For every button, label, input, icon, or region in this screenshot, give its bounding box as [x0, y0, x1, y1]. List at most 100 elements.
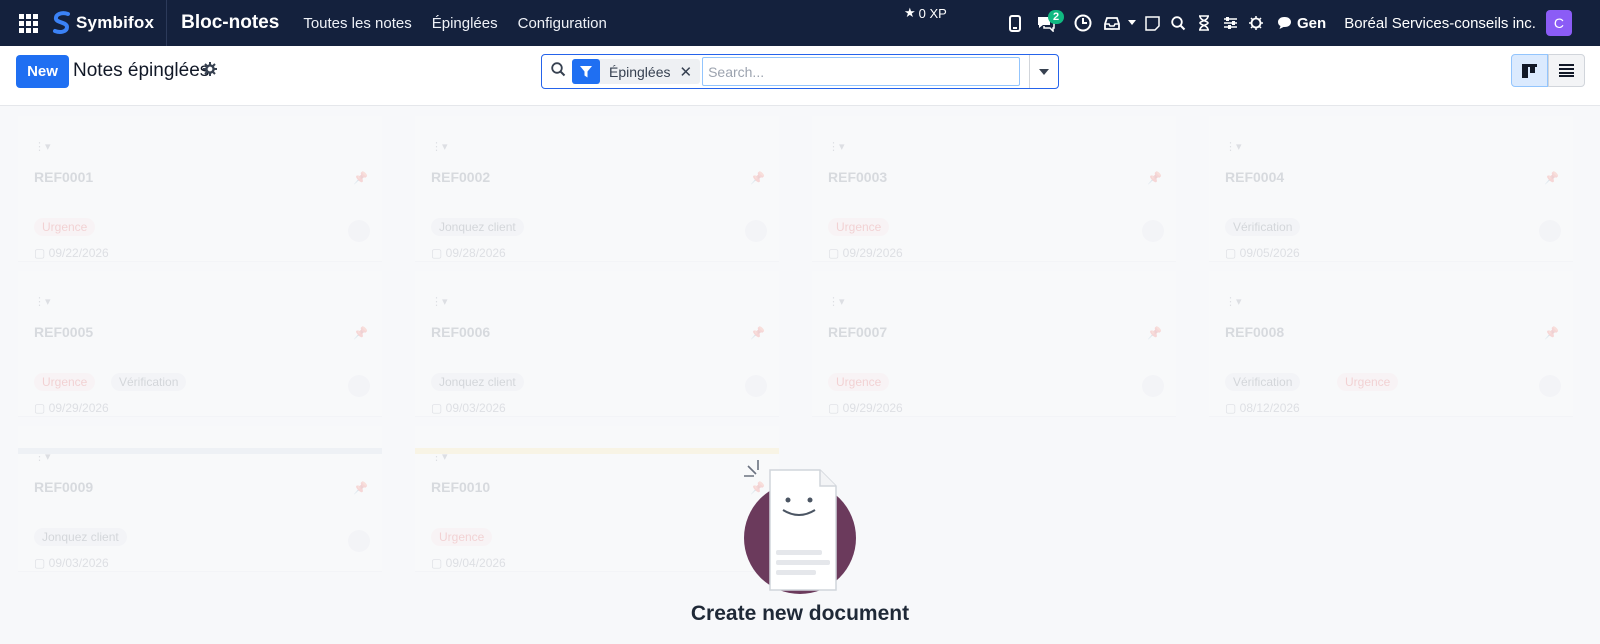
- chevron-down-icon[interactable]: [1029, 55, 1058, 88]
- pin-icon: 📌: [353, 481, 368, 495]
- top-navbar: Symbifox Bloc-notes Toutes les notes Épi…: [0, 0, 1600, 46]
- facet-label: Épinglées: [609, 63, 671, 80]
- sample-card-date: 09/29/2026: [34, 401, 109, 415]
- sample-card-ref: REF0003: [828, 169, 888, 185]
- pin-icon: 📌: [353, 326, 368, 340]
- sample-card-date: 09/03/2026: [431, 401, 506, 415]
- sample-card-tag: Jonquez client: [431, 373, 524, 391]
- sample-card-date: 09/04/2026: [431, 556, 506, 570]
- sample-card-ref: REF0008: [1225, 324, 1285, 340]
- sample-card-date: 09/22/2026: [34, 246, 109, 260]
- phone-icon[interactable]: [1003, 11, 1027, 35]
- avatar: [348, 530, 370, 552]
- avatar: [745, 375, 767, 397]
- sample-card-date: 09/28/2026: [431, 246, 506, 260]
- drag-handle-icon: ⋮▾: [828, 141, 845, 153]
- menu-item-configuration[interactable]: Configuration: [518, 15, 607, 32]
- kanban-icon: [1522, 63, 1537, 78]
- avatar: [1539, 220, 1561, 242]
- drag-handle-icon: ⋮▾: [34, 296, 51, 308]
- pin-icon: 📌: [353, 171, 368, 185]
- brand-logo-icon: [53, 11, 70, 34]
- sample-card-date: 09/29/2026: [828, 401, 903, 415]
- sample-card: ⋮▾ REF0002 📌 Jonquez client 09/28/2026: [415, 116, 779, 262]
- sample-card: ⋮▾ REF0007 📌 Urgence 09/29/2026: [812, 271, 1176, 417]
- pin-icon: 📌: [1147, 171, 1162, 185]
- avatar: [1539, 375, 1561, 397]
- kanban-view-button[interactable]: [1511, 54, 1548, 87]
- drag-handle-icon: ⋮▾: [828, 296, 845, 308]
- document-illustration: [744, 460, 856, 594]
- clock-icon[interactable]: [1071, 11, 1095, 35]
- color-stripe: [415, 448, 779, 454]
- app-name[interactable]: Bloc-notes: [181, 12, 279, 34]
- avatar: [348, 375, 370, 397]
- search-icon[interactable]: [551, 61, 566, 82]
- avatar[interactable]: C: [1545, 10, 1572, 36]
- caret-down-icon[interactable]: [1126, 11, 1138, 35]
- sample-card-ref: REF0004: [1225, 169, 1285, 185]
- sample-card-tag: Urgence: [34, 218, 96, 236]
- pin-icon: 📌: [1544, 171, 1559, 185]
- sample-card-tag: Urgence: [34, 373, 96, 391]
- menu-item-pinned[interactable]: Épinglées: [432, 15, 498, 32]
- systray: 2 Gen Boréal Services-conseils inc. C: [1002, 0, 1572, 46]
- filter-icon: [572, 59, 600, 84]
- menu-item-all-notes[interactable]: Toutes les notes: [303, 15, 411, 32]
- search-input[interactable]: [702, 57, 1021, 86]
- chat-icon[interactable]: 2: [1034, 10, 1065, 35]
- close-icon[interactable]: ✕: [680, 63, 701, 81]
- list-icon: [1559, 64, 1574, 77]
- avatar: [1142, 220, 1164, 242]
- sample-card-ref: REF0007: [828, 324, 888, 340]
- sample-card: ⋮▾ REF0003 📌 Urgence 09/29/2026: [812, 116, 1176, 262]
- search-bar: Épinglées ✕: [541, 54, 1059, 89]
- sliders-icon[interactable]: [1218, 11, 1242, 35]
- sample-card: ⋮▾ REF0006 📌 Jonquez client 09/03/2026: [415, 271, 779, 417]
- bug-icon[interactable]: [1244, 11, 1268, 35]
- sample-card-tag: Vérification: [111, 373, 187, 391]
- note-icon[interactable]: [1140, 11, 1164, 35]
- sample-card: ⋮▾ REF0004 📌 Vérification 09/05/2026: [1209, 116, 1573, 262]
- company-switcher[interactable]: Boréal Services-conseils inc.: [1344, 15, 1536, 32]
- user-menu[interactable]: Gen: [1277, 15, 1326, 32]
- user-label: Gen: [1297, 14, 1327, 32]
- apps-grid-icon[interactable]: [16, 11, 40, 35]
- sample-card-date: 09/05/2026: [1225, 246, 1300, 260]
- sample-card-ref: REF0010: [431, 479, 491, 495]
- sample-card: ⋮▾ REF0005 📌 Urgence Vérification09/29/2026: [18, 271, 382, 417]
- pin-icon: 📌: [750, 326, 765, 340]
- pin-icon: 📌: [1544, 326, 1559, 340]
- sample-card-ref: REF0006: [431, 324, 491, 340]
- pin-icon: 📌: [750, 171, 765, 185]
- hourglass-icon[interactable]: [1192, 11, 1216, 35]
- sample-card-tag: Urgence: [1337, 373, 1399, 391]
- search-icon[interactable]: [1166, 11, 1190, 35]
- sample-card-ref: REF0005: [34, 324, 94, 340]
- sample-card-date: 09/29/2026: [828, 246, 903, 260]
- drag-handle-icon: ⋮▾: [431, 141, 448, 153]
- inbox-icon[interactable]: [1100, 11, 1124, 35]
- search-facet: Épinglées ✕: [572, 59, 701, 84]
- pin-icon: 📌: [1147, 326, 1162, 340]
- gear-icon[interactable]: [203, 62, 217, 81]
- sample-card-tag: Urgence: [828, 218, 890, 236]
- new-button[interactable]: New: [16, 55, 69, 88]
- drag-handle-icon: ⋮▾: [431, 296, 448, 308]
- empty-state-title: Create new document: [690, 602, 910, 625]
- sample-card-ref: REF0001: [34, 169, 94, 185]
- color-stripe: [18, 448, 382, 454]
- sample-card-tag: Vérification: [1225, 373, 1301, 391]
- star-icon: ★: [904, 5, 916, 20]
- avatar: [745, 220, 767, 242]
- sample-card-tag: Urgence: [431, 528, 493, 546]
- chat-badge: 2: [1048, 10, 1065, 24]
- xp-counter[interactable]: ★ 0 XP: [904, 5, 947, 21]
- list-view-button[interactable]: [1548, 54, 1585, 87]
- sample-card-ref: REF0009: [34, 479, 94, 495]
- avatar: [348, 220, 370, 242]
- brand[interactable]: Symbifox: [52, 0, 168, 46]
- drag-handle-icon: ⋮▾: [1225, 141, 1242, 153]
- drag-handle-icon: ⋮▾: [1225, 296, 1242, 308]
- sample-card-date: 08/12/2026: [1225, 401, 1300, 415]
